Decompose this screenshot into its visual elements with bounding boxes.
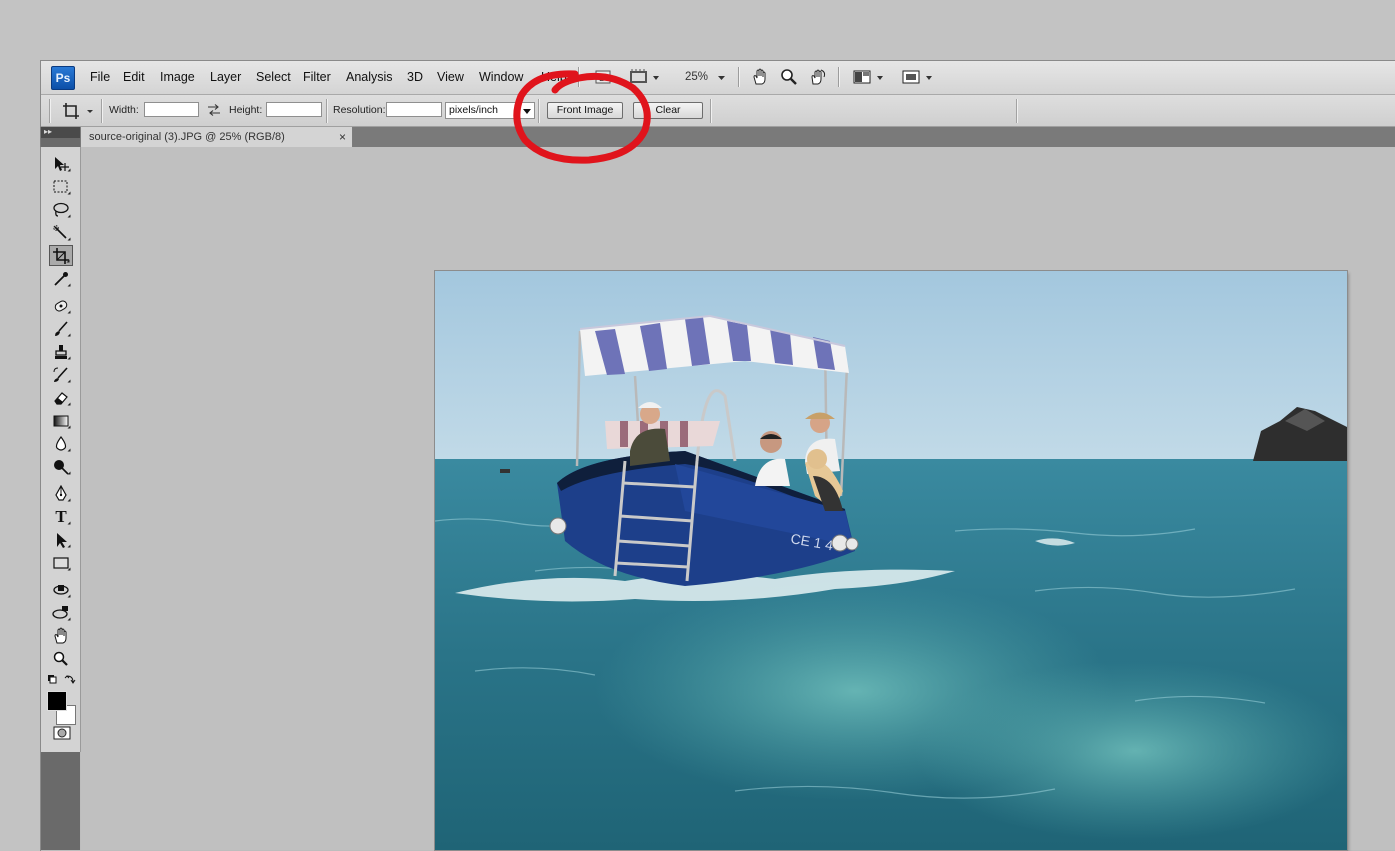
menu-analysis[interactable]: Analysis: [346, 70, 393, 84]
brush-tool-icon[interactable]: [49, 318, 73, 339]
spot-healing-tool-icon[interactable]: [49, 295, 73, 316]
height-input[interactable]: [266, 102, 322, 117]
hand-tool-icon[interactable]: [49, 625, 73, 646]
document-image[interactable]: CE 1 4: [435, 271, 1347, 850]
dodge-tool-icon[interactable]: [49, 456, 73, 477]
width-input[interactable]: [144, 102, 199, 117]
width-label: Width:: [109, 104, 139, 116]
menu-3d[interactable]: 3D: [407, 70, 423, 84]
separator: [1016, 99, 1018, 123]
zoom-tool-icon[interactable]: [49, 648, 73, 669]
menu-filter[interactable]: Filter: [303, 70, 331, 84]
lasso-tool-icon[interactable]: [49, 199, 73, 220]
separator: [326, 99, 328, 123]
resolution-input[interactable]: [386, 102, 442, 117]
default-swap-colors-icon[interactable]: [47, 674, 77, 686]
boat-photo: CE 1 4: [435, 271, 1347, 850]
rectangle-shape-tool-icon[interactable]: [49, 552, 73, 573]
tools-panel-collapse[interactable]: ▸▸: [41, 127, 80, 138]
document-tab-title: source-original (3).JPG @ 25% (RGB/8): [89, 131, 285, 143]
resolution-units-value: pixels/inch: [449, 104, 499, 116]
blur-tool-icon[interactable]: [49, 433, 73, 454]
3d-rotate-tool-icon[interactable]: [49, 579, 73, 600]
mini-bridge-icon[interactable]: [629, 68, 659, 86]
tools-list: T: [41, 147, 81, 752]
separator: [738, 67, 740, 87]
resolution-units-select[interactable]: pixels/inch: [445, 102, 535, 119]
menu-help[interactable]: Help: [541, 70, 567, 84]
quick-mask-icon[interactable]: [53, 726, 71, 740]
arrange-documents-icon[interactable]: [853, 68, 885, 86]
eyedropper-tool-icon[interactable]: [49, 268, 73, 289]
zoom-level[interactable]: 25%: [685, 71, 708, 83]
separator: [538, 99, 540, 123]
zoom-menu-icon[interactable]: [717, 68, 727, 86]
tools-panel: ▸▸ T: [41, 127, 81, 850]
menu-edit[interactable]: Edit: [123, 70, 145, 84]
close-tab-icon[interactable]: ×: [339, 127, 346, 147]
rotate-view-icon[interactable]: [809, 68, 827, 86]
history-brush-tool-icon[interactable]: [49, 364, 73, 385]
bridge-icon[interactable]: B: [594, 68, 612, 86]
hand-icon[interactable]: [751, 68, 769, 86]
zoom-icon[interactable]: [780, 68, 798, 86]
grip: [49, 99, 51, 123]
gradient-tool-icon[interactable]: [49, 410, 73, 431]
eraser-tool-icon[interactable]: [49, 387, 73, 408]
menu-window[interactable]: Window: [479, 70, 523, 84]
rectangular-marquee-tool-icon[interactable]: [49, 176, 73, 197]
options-bar: Width: Height: Resolution: pixels/inch F…: [41, 95, 1395, 127]
swap-dimensions-icon[interactable]: [207, 104, 221, 116]
front-image-button[interactable]: Front Image: [547, 102, 623, 119]
menu-layer[interactable]: Layer: [210, 70, 241, 84]
separator: [710, 99, 712, 123]
crop-tool-icon[interactable]: [49, 245, 73, 266]
menu-view[interactable]: View: [437, 70, 464, 84]
quick-selection-tool-icon[interactable]: [49, 222, 73, 243]
height-label: Height:: [229, 104, 263, 116]
separator: [101, 99, 103, 123]
type-tool-glyph: T: [55, 506, 67, 526]
crop-preset-icon[interactable]: [61, 101, 97, 121]
separator: [838, 67, 840, 87]
menu-file[interactable]: File: [90, 70, 110, 84]
svg-text:B: B: [599, 73, 605, 83]
document-tab-strip: source-original (3).JPG @ 25% (RGB/8) ×: [40, 127, 1395, 147]
foreground-color-swatch[interactable]: [47, 691, 67, 711]
clear-button[interactable]: Clear: [633, 102, 703, 119]
resolution-label: Resolution:: [333, 104, 386, 116]
path-selection-tool-icon[interactable]: [49, 529, 73, 550]
clone-stamp-tool-icon[interactable]: [49, 341, 73, 362]
menu-image[interactable]: Image: [160, 70, 195, 84]
type-tool-icon[interactable]: T: [49, 506, 73, 527]
move-tool-icon[interactable]: [49, 153, 73, 174]
pen-tool-icon[interactable]: [49, 483, 73, 504]
menu-bar: Ps File Edit Image Layer Select Filter A…: [41, 61, 1395, 95]
document-tab[interactable]: source-original (3).JPG @ 25% (RGB/8) ×: [81, 127, 353, 147]
chevron-down-icon: [523, 109, 531, 114]
screen-mode-icon[interactable]: [902, 68, 934, 86]
separator: [578, 67, 580, 87]
menu-select[interactable]: Select: [256, 70, 291, 84]
photoshop-logo: Ps: [51, 66, 75, 90]
3d-orbit-tool-icon[interactable]: [49, 602, 73, 623]
